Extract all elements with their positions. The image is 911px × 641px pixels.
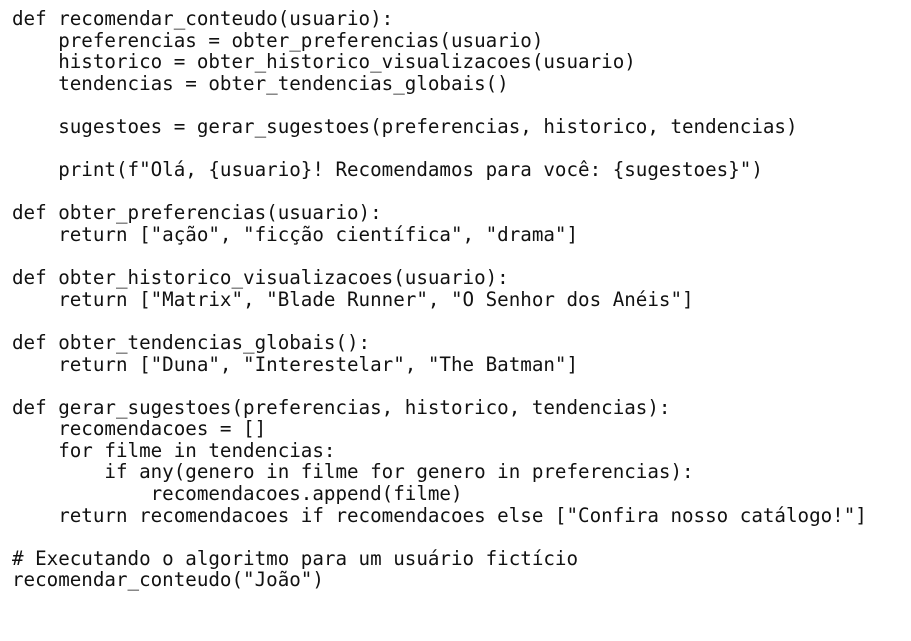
code-line: historico = obter_historico_visualizacoe…	[12, 50, 636, 74]
code-line: sugestoes = gerar_sugestoes(preferencias…	[12, 114, 798, 138]
code-line: return recomendacoes if recomendacoes el…	[12, 503, 867, 527]
code-line: def gerar_sugestoes(preferencias, histor…	[12, 395, 671, 419]
code-line: return ["Duna", "Interestelar", "The Bat…	[12, 352, 579, 376]
code-line: for filme in tendencias:	[12, 438, 336, 462]
code-line: def recomendar_conteudo(usuario):	[12, 7, 394, 30]
code-line: print(f"Olá, {usuario}! Recomendamos par…	[12, 158, 763, 182]
code-line: recomendacoes = []	[12, 417, 267, 441]
code-line: return ["ação", "ficção científica", "dr…	[12, 222, 579, 246]
code-line: return ["Matrix", "Blade Runner", "O Sen…	[12, 287, 694, 311]
code-line: preferencias = obter_preferencias(usuari…	[12, 28, 544, 52]
code-line: def obter_historico_visualizacoes(usuari…	[12, 266, 509, 290]
code-line: recomendar_conteudo("João")	[12, 568, 324, 592]
code-line: # Executando o algoritmo para um usuário…	[12, 546, 579, 570]
code-line: tendencias = obter_tendencias_globais()	[12, 71, 509, 95]
code-block: def recomendar_conteudo(usuario): prefer…	[12, 8, 867, 591]
code-line: def obter_preferencias(usuario):	[12, 201, 382, 225]
code-line: if any(genero in filme for genero in pre…	[12, 460, 694, 484]
code-line: def obter_tendencias_globais():	[12, 330, 371, 354]
code-line: recomendacoes.append(filme)	[12, 482, 463, 506]
